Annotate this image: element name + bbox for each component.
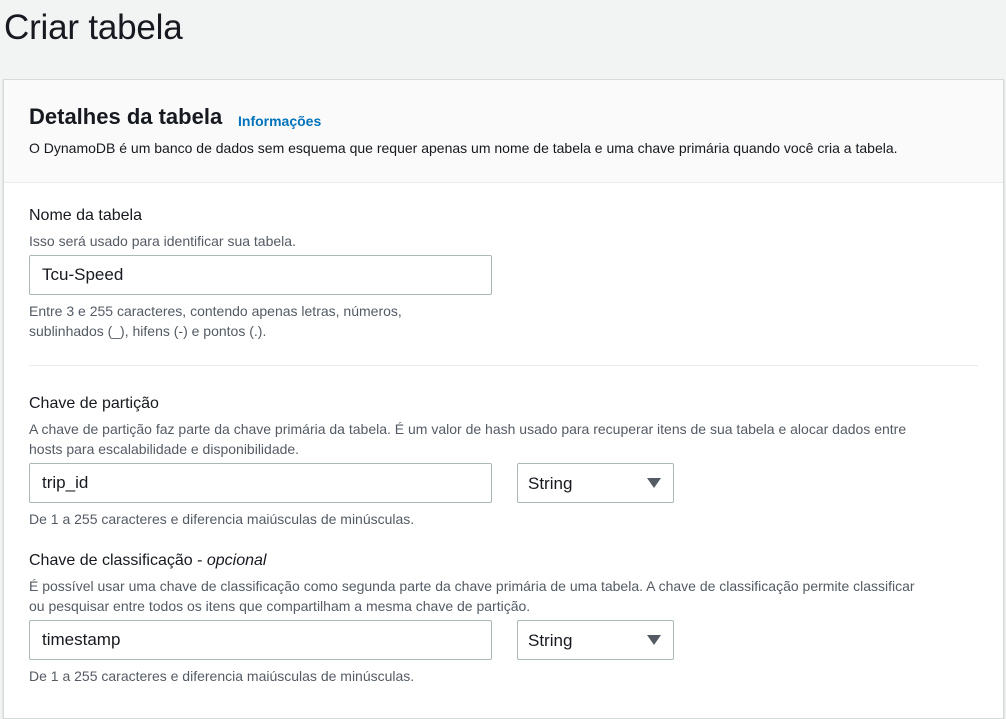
section-divider — [29, 365, 978, 366]
partition-key-type-value: String — [528, 474, 573, 493]
table-name-constraint-line1: Entre 3 e 255 caracteres, contendo apena… — [29, 303, 402, 319]
sort-key-optional-text: opcional — [206, 552, 267, 569]
table-details-panel: Detalhes da tabela Informações O DynamoD… — [3, 79, 1004, 719]
sort-key-input[interactable] — [29, 620, 492, 660]
table-name-label: Nome da tabela — [29, 207, 142, 224]
table-name-description: Isso será usado para identificar sua tab… — [29, 233, 296, 249]
sort-key-description-line2: ou pesquisar entre todos os itens que co… — [29, 598, 531, 614]
partition-key-description-line2: hosts para escalabilidade e disponibilid… — [29, 441, 300, 457]
partition-key-type-select[interactable]: String — [517, 463, 674, 503]
sort-key-constraint: De 1 a 255 caracteres e diferencia maiús… — [29, 668, 415, 684]
sort-key-description-line1: É possível usar uma chave de classificaç… — [29, 578, 915, 594]
panel-title: Detalhes da tabela — [29, 104, 223, 129]
caret-down-icon — [647, 635, 661, 645]
partition-key-label: Chave de partição — [29, 395, 159, 412]
sort-key-label: Chave de classificação - opcional — [29, 552, 266, 570]
page-title: Criar tabela — [4, 8, 183, 47]
sort-key-label-text: Chave de classificação - — [29, 552, 207, 569]
partition-key-constraint: De 1 a 255 caracteres e diferencia maiús… — [29, 511, 415, 527]
panel-description: O DynamoDB é um banco de dados sem esque… — [29, 140, 898, 156]
table-name-constraint-line2: sublinhados (_), hifens (-) e pontos (.)… — [29, 323, 267, 339]
partition-key-input[interactable] — [29, 463, 492, 503]
table-name-input[interactable] — [29, 255, 492, 295]
caret-down-icon — [647, 478, 661, 488]
partition-key-description-line1: A chave de partição faz parte da chave p… — [29, 421, 907, 437]
sort-key-type-value: String — [528, 631, 573, 650]
panel-header: Detalhes da tabela Informações O DynamoD… — [4, 80, 1003, 183]
sort-key-type-select[interactable]: String — [517, 620, 674, 660]
info-link[interactable]: Informações — [238, 113, 321, 129]
